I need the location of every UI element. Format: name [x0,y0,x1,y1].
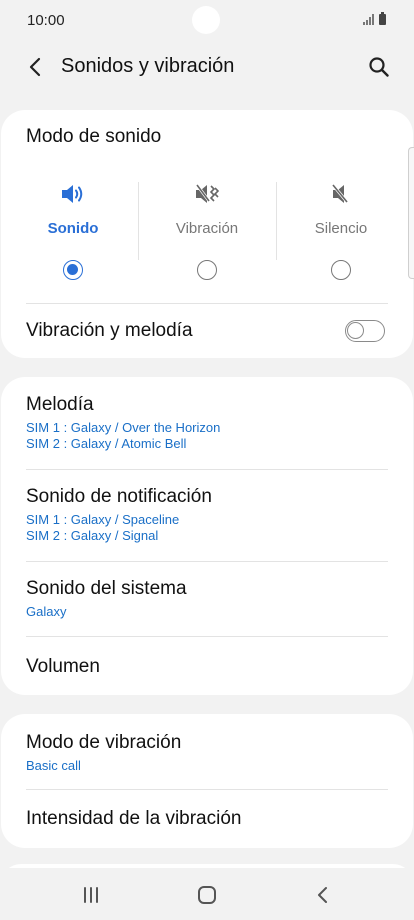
mode-option-sound[interactable]: Sonido [6,176,140,280]
app-header: Sonidos y vibración [0,40,414,96]
radio-vibration[interactable] [197,260,217,280]
mode-option-silence[interactable]: Silencio [274,176,408,280]
navigation-bar [0,868,414,920]
vibration-mode-title: Modo de vibración [26,732,182,753]
camera-cutout [192,6,220,34]
volume-icon [60,182,86,206]
status-icons [363,12,386,25]
signal-icon [363,13,374,25]
status-time: 10:00 [27,12,65,29]
system-sound-value: Galaxy [26,604,67,619]
mode-option-vibration[interactable]: Vibración [140,176,274,280]
search-icon[interactable] [364,52,394,82]
melody-sim2: SIM 2 : Galaxy / Atomic Bell [26,436,187,451]
vibration-card: Modo de vibración Basic call Intensidad … [1,714,413,848]
radio-sound[interactable] [63,260,83,280]
vibration-mode-value: Basic call [26,758,81,773]
ringtones-card: Melodía SIM 1 : Galaxy / Over the Horizo… [1,377,413,695]
scrollbar[interactable] [408,147,414,279]
melody-row[interactable]: Melodía SIM 1 : Galaxy / Over the Horizo… [1,377,413,469]
vibration-intensity-row[interactable]: Intensidad de la vibración [1,790,413,848]
vibration-and-melody-switch[interactable] [345,320,385,342]
notification-sound-title: Sonido de notificación [26,486,212,507]
sound-mode-card: Modo de sonido Sonido Vibración Silencio… [1,110,413,358]
vibration-mode-row[interactable]: Modo de vibración Basic call [1,714,413,789]
vibration-and-melody-label: Vibración y melodía [26,320,193,341]
melody-title: Melodía [26,394,94,415]
status-bar: 10:00 [0,0,414,40]
page-title: Sonidos y vibración [61,55,235,77]
mode-label-silence: Silencio [314,220,368,237]
battery-icon [379,12,386,25]
mode-label-sound: Sonido [47,220,99,237]
vibration-intensity-title: Intensidad de la vibración [26,808,242,829]
notification-sound-row[interactable]: Sonido de notificación SIM 1 : Galaxy / … [1,470,413,562]
system-sound-row[interactable]: Sonido del sistema Galaxy [1,562,413,636]
recent-apps-icon[interactable] [71,878,111,912]
notification-sim2: SIM 2 : Galaxy / Signal [26,528,159,543]
system-sound-title: Sonido del sistema [26,578,187,599]
vibration-and-melody-row[interactable]: Vibración y melodía [1,304,413,358]
sound-mode-title: Modo de sonido [26,126,162,147]
radio-silence[interactable] [331,260,351,280]
back-nav-icon[interactable] [303,878,343,912]
home-icon[interactable] [187,878,227,912]
column-divider [138,182,139,260]
melody-sim1: SIM 1 : Galaxy / Over the Horizon [26,420,221,435]
back-arrow-icon[interactable] [22,54,48,80]
volume-title: Volumen [26,656,100,677]
mode-label-vibration: Vibración [175,220,239,237]
volume-row[interactable]: Volumen [1,637,413,695]
notification-sim1: SIM 1 : Galaxy / Spaceline [26,512,180,527]
vibrate-icon [194,182,220,206]
mute-icon [328,182,354,206]
